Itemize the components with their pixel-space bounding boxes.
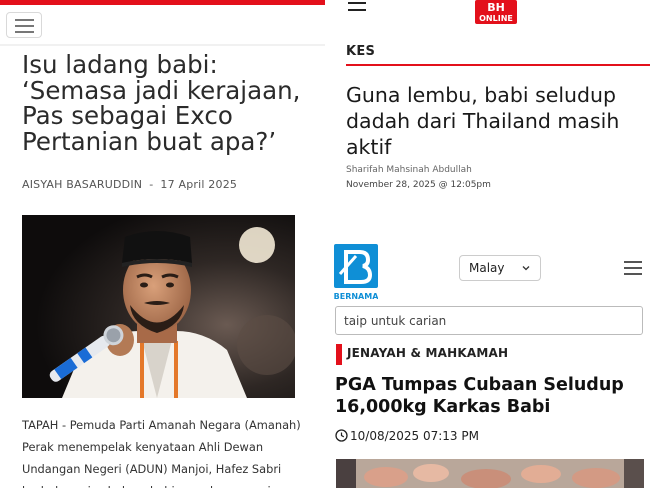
article-date: November 28, 2025 @ 12:05pm [346, 180, 491, 190]
datetime-text: 10/08/2025 07:13 PM [350, 429, 479, 443]
bh-online-logo[interactable]: BH ONLINE [475, 0, 517, 24]
article-date: 17 April 2025 [160, 178, 238, 191]
search-input[interactable] [344, 312, 634, 329]
article-photo [336, 459, 644, 488]
chevron-down-icon [522, 266, 530, 271]
bh-logo-subtext: ONLINE [479, 14, 513, 23]
article-body: TAPAH - Pemuda Parti Amanah Negara (Aman… [22, 418, 312, 488]
language-select[interactable]: Malay [459, 255, 541, 281]
bh-article-panel: BH ONLINE KES Guna lembu, babi seludup d… [334, 0, 650, 200]
left-article-panel: Isu ladang babi: ‘Semasa jadi kerajaan, … [0, 0, 325, 488]
article-datetime: 10/08/2025 07:13 PM [335, 429, 479, 443]
category-accent-bar [336, 344, 342, 365]
header-divider [0, 44, 325, 46]
bernama-logo-text: BERNAMA [334, 292, 378, 301]
bernama-article-panel: BERNAMA Malay JENAYAH & MAHKAMAH PGA Tum… [334, 238, 650, 488]
meta-separator: - [149, 178, 154, 191]
category-label[interactable]: JENAYAH & MAHKAMAH [347, 346, 508, 360]
article-title: Guna lembu, babi seludup dadah dari Thai… [346, 83, 620, 159]
article-author[interactable]: AISYAH BASARUDDIN [22, 178, 142, 191]
top-accent-bar [0, 0, 325, 5]
article-author[interactable]: Sharifah Mahsinah Abdullah [346, 165, 472, 175]
hamburger-icon[interactable] [348, 2, 366, 12]
language-value: Malay [469, 261, 505, 275]
search-field[interactable] [335, 306, 643, 335]
article-title: Isu ladang babi: ‘Semasa jadi kerajaan, … [22, 50, 301, 156]
article-title: PGA Tumpas Cubaan Seludup 16,000kg Karka… [335, 375, 624, 417]
clock-icon [335, 429, 348, 442]
bh-logo-text: BH [487, 1, 505, 14]
hamburger-icon[interactable] [6, 12, 42, 38]
hamburger-icon[interactable] [624, 261, 642, 275]
section-label[interactable]: KES [346, 44, 375, 59]
bernama-logo[interactable]: BERNAMA [334, 244, 378, 302]
article-meta: AISYAH BASARUDDIN -17 April 2025 [22, 178, 237, 191]
section-rule [346, 64, 650, 66]
article-photo [22, 215, 295, 398]
